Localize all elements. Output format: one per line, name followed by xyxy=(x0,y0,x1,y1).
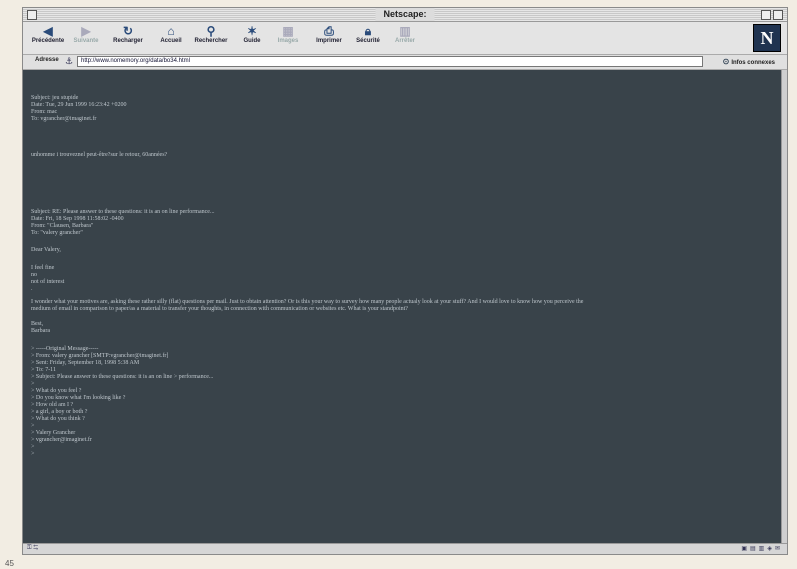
quoted-line: > How old am I ? xyxy=(31,402,74,408)
email-2-greeting: Dear Valery, xyxy=(31,247,771,254)
status-bar: ⚿ ⇆ ▣▤▥◈✉ xyxy=(23,543,787,554)
forward-button[interactable]: ▶ Suivante xyxy=(71,24,101,52)
email-1-header: Subject: jeu stupide Date: Tue, 29 Jun 1… xyxy=(31,95,771,123)
paragraph-line: medium of email in comparison to paper/a… xyxy=(31,306,408,312)
guide-icon: ✶ xyxy=(246,24,258,38)
security-button[interactable]: 🔒︎ Sécurité xyxy=(353,24,383,52)
quoted-line: > Sent: Friday, September 18, 1998 5:38 … xyxy=(31,360,140,366)
back-arrow-icon: ◀ xyxy=(43,24,53,38)
images-button[interactable]: ▦ Images xyxy=(275,24,301,52)
window-title: Netscape: xyxy=(375,8,435,21)
quoted-line: > To: 7-11 xyxy=(31,367,56,373)
quoted-line: > xyxy=(31,451,35,457)
email-2-signoff: Best, Barbara xyxy=(31,321,771,335)
email-2-header: Subject: RE: Please answer to these ques… xyxy=(31,209,771,237)
forward-button-label: Suivante xyxy=(73,38,99,44)
answer-line: not of interest xyxy=(31,279,65,285)
browser-window: Netscape: ◀ Précédente ▶ Suivante ↻ Rech… xyxy=(22,7,788,555)
quoted-line: > What do you think ? xyxy=(31,416,85,422)
close-box[interactable] xyxy=(27,10,37,20)
answer-line: no xyxy=(31,272,37,278)
component-bar-icons[interactable]: ▣▤▥◈✉ xyxy=(741,545,783,552)
quoted-line: > xyxy=(31,444,35,450)
address-label: Adresse xyxy=(35,57,59,63)
search-button-label: Rechercher xyxy=(194,38,228,44)
related-info-label: Infos connexes xyxy=(731,60,775,66)
stop-button[interactable]: ▥ Arrêter xyxy=(391,24,419,52)
email-1-date: Date: Tue, 29 Jun 1999 16:23:42 +0200 xyxy=(31,102,127,108)
signoff-line: Barbara xyxy=(31,328,50,334)
quoted-line: > From: valery grancher [SMTP:vgrancher@… xyxy=(31,353,169,359)
email-1-subject: Subject: jeu stupide xyxy=(31,95,79,101)
email-1-body-text: unhomme i trouveznel peut-être?sur le re… xyxy=(31,152,168,158)
quoted-line: > What do you feel ? xyxy=(31,388,82,394)
search-button[interactable]: ⚲ Rechercher xyxy=(191,24,231,52)
quoted-line: > xyxy=(31,423,35,429)
quoted-line: > -----Original Message----- xyxy=(31,346,99,352)
reload-button[interactable]: ↻ Recharger xyxy=(111,24,145,52)
answer-line: I feel fine xyxy=(31,265,55,271)
answer-line: . xyxy=(31,286,33,292)
greeting-line: Dear Valery, xyxy=(31,247,61,253)
home-icon: ⌂ xyxy=(167,24,175,38)
paragraph-line: I wonder what your motives are, asking t… xyxy=(31,299,584,305)
reload-button-label: Recharger xyxy=(113,38,143,44)
stop-icon: ▥ xyxy=(399,24,411,38)
lock-icon: 🔒︎ xyxy=(364,24,372,38)
zoom-box[interactable] xyxy=(761,10,771,20)
page-content: Subject: jeu stupide Date: Tue, 29 Jun 1… xyxy=(23,70,783,545)
quoted-line: > Valery Grancher xyxy=(31,430,76,436)
home-button[interactable]: ⌂ Accueil xyxy=(156,24,186,52)
images-icon: ▦ xyxy=(282,24,294,38)
vertical-scrollbar[interactable] xyxy=(781,70,787,545)
back-button-label: Précédente xyxy=(31,38,65,44)
email-2-from: From: "Clausen, Barbara" xyxy=(31,223,94,229)
signoff-line: Best, xyxy=(31,321,44,327)
email-1-body: unhomme i trouveznel peut-être?sur le re… xyxy=(31,152,771,159)
print-button[interactable]: ⎙ Imprimer xyxy=(313,24,345,52)
address-input[interactable]: http://www.nomemory.org/data/bo34.html xyxy=(77,56,703,67)
title-bar[interactable]: Netscape: xyxy=(23,8,787,22)
quoted-line: > a girl, a boy or both ? xyxy=(31,409,88,415)
email-1-to: To: vgrancher@imaginet.fr xyxy=(31,116,97,122)
email-2-subject: Subject: RE: Please answer to these ques… xyxy=(31,209,215,215)
print-icon: ⎙ xyxy=(324,24,334,38)
quoted-line: > vgrancher@imaginet.fr xyxy=(31,437,92,443)
page-number: 45 xyxy=(5,559,14,568)
email-2-answers: I feel fine no not of interest . xyxy=(31,265,771,293)
quoted-line: > xyxy=(31,381,35,387)
email-2-to: To: "valery grancher" xyxy=(31,230,83,236)
back-button[interactable]: ◀ Précédente xyxy=(31,24,65,52)
reload-icon: ↻ xyxy=(122,24,134,38)
guide-button[interactable]: ✶ Guide xyxy=(239,24,265,52)
page-proxy-icon[interactable]: ⚓︎ xyxy=(65,56,73,67)
guide-button-label: Guide xyxy=(243,38,261,44)
quoted-line: > Do you know what I'm looking like ? xyxy=(31,395,126,401)
location-bar: Adresse ⚓︎ http://www.nomemory.org/data/… xyxy=(23,55,787,70)
email-2-date: Date: Fri, 18 Sep 1998 11:58:02 -0400 xyxy=(31,216,124,222)
security-status-icon[interactable]: ⚿ ⇆ xyxy=(27,545,38,552)
related-info-button[interactable]: ⊙ Infos connexes xyxy=(723,57,775,66)
home-button-label: Accueil xyxy=(160,38,182,44)
stop-button-label: Arrêter xyxy=(394,38,415,44)
email-1-from: From: mac xyxy=(31,109,58,115)
netscape-logo[interactable]: N xyxy=(753,24,781,52)
quoted-line: > Subject: Please answer to these questi… xyxy=(31,374,214,380)
images-button-label: Images xyxy=(277,38,299,44)
search-icon: ⚲ xyxy=(206,24,216,38)
email-2-paragraph: I wonder what your motives are, asking t… xyxy=(31,299,771,313)
print-button-label: Imprimer xyxy=(316,38,342,44)
forward-arrow-icon: ▶ xyxy=(81,24,91,38)
navigation-toolbar: ◀ Précédente ▶ Suivante ↻ Recharger ⌂ Ac… xyxy=(23,22,787,55)
email-2-quoted: > -----Original Message----- > From: val… xyxy=(31,346,771,458)
collapse-box[interactable] xyxy=(773,10,783,20)
security-button-label: Sécurité xyxy=(356,38,380,44)
related-info-icon: ⊙ xyxy=(722,57,730,66)
